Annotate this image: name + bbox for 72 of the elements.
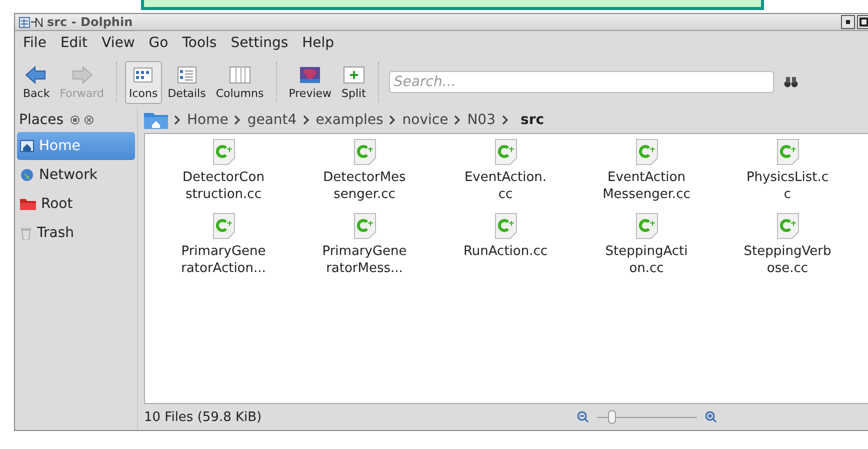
menu-item[interactable]: Settings bbox=[224, 35, 294, 55]
file-name[interactable]: EventAction. cc bbox=[440, 169, 570, 203]
menu-item[interactable]: Help bbox=[296, 35, 340, 55]
file-name[interactable]: PrimaryGene ratorAction... bbox=[158, 243, 288, 277]
columns-icon bbox=[228, 64, 251, 84]
maximize-icon[interactable] bbox=[857, 15, 868, 29]
file-name[interactable]: DetectorMes senger.cc bbox=[300, 169, 430, 203]
chevron-icon bbox=[174, 115, 181, 125]
breadcrumb-item[interactable]: geant4 bbox=[247, 112, 297, 128]
toolbar-button[interactable]: Back bbox=[19, 60, 54, 104]
chevron-icon bbox=[454, 115, 462, 125]
window-title: src - Dolphin bbox=[47, 15, 133, 29]
preview-image-icon bbox=[299, 64, 322, 84]
file-name[interactable]: SteppingVerb ose.cc bbox=[722, 243, 852, 277]
split-view-icon bbox=[342, 64, 365, 84]
window-icon bbox=[19, 16, 43, 28]
zoom-out-icon[interactable] bbox=[577, 411, 589, 423]
cpp-file-icon[interactable] bbox=[776, 139, 798, 165]
cpp-file-icon[interactable] bbox=[776, 213, 798, 239]
menu-item[interactable]: File bbox=[17, 35, 52, 55]
toolbar-button[interactable]: Split bbox=[338, 60, 370, 104]
file-name[interactable]: PrimaryGene ratorMess... bbox=[300, 243, 430, 277]
search-field[interactable]: Search... bbox=[388, 71, 774, 93]
file-name[interactable]: PhysicsList.c c bbox=[722, 169, 852, 203]
places-title: Places bbox=[19, 112, 64, 128]
chevron-icon bbox=[502, 115, 508, 125]
toolbar-button[interactable]: Icons bbox=[124, 60, 162, 104]
breadcrumb-item[interactable]: src bbox=[520, 112, 544, 128]
chevron-icon bbox=[234, 115, 242, 125]
back-arrow-icon bbox=[25, 64, 48, 84]
binoculars-icon[interactable] bbox=[784, 76, 798, 88]
breadcrumb-item[interactable]: Home bbox=[187, 112, 228, 128]
toolbar-button[interactable]: Preview bbox=[284, 60, 336, 104]
file-name[interactable]: SteppingActi on.cc bbox=[582, 243, 712, 277]
toolbar-button[interactable]: Columns bbox=[212, 60, 268, 104]
places-item[interactable]: Root bbox=[17, 190, 135, 218]
file-name[interactable]: EventAction Messenger.cc bbox=[582, 169, 712, 203]
forward-arrow-icon bbox=[70, 64, 93, 84]
folder-icon bbox=[20, 198, 36, 210]
breadcrumb-item[interactable]: examples bbox=[316, 112, 384, 128]
breadcrumb-item[interactable]: N03 bbox=[467, 112, 496, 128]
places-item[interactable]: Trash bbox=[17, 219, 135, 247]
menu-item[interactable]: Go bbox=[142, 35, 174, 55]
cpp-file-icon[interactable] bbox=[354, 213, 376, 239]
file-name[interactable]: DetectorCon struction.cc bbox=[158, 169, 288, 203]
zoom-in-icon[interactable] bbox=[705, 411, 717, 423]
settings-icon[interactable] bbox=[70, 115, 80, 125]
home-folder-icon[interactable] bbox=[144, 111, 168, 129]
status-text: 10 Files (59.8 KiB) bbox=[144, 410, 262, 424]
cpp-file-icon[interactable] bbox=[636, 139, 658, 165]
cpp-file-icon[interactable] bbox=[354, 139, 376, 165]
breadcrumb-item[interactable]: novice bbox=[402, 112, 448, 128]
cpp-file-icon[interactable] bbox=[212, 213, 234, 239]
trash-icon bbox=[20, 226, 32, 240]
details-list-icon bbox=[176, 64, 197, 84]
menu-item[interactable]: Tools bbox=[176, 35, 223, 55]
menu-item[interactable]: View bbox=[96, 35, 141, 55]
places-item[interactable]: Network bbox=[17, 161, 135, 189]
minimize-icon[interactable] bbox=[841, 15, 855, 29]
globe-icon bbox=[20, 168, 34, 182]
cpp-file-icon[interactable] bbox=[494, 213, 516, 239]
chevron-icon bbox=[302, 115, 310, 125]
home-icon bbox=[20, 140, 34, 152]
cpp-file-icon[interactable] bbox=[494, 139, 516, 165]
close-icon[interactable] bbox=[84, 115, 94, 125]
cpp-file-icon[interactable] bbox=[212, 139, 234, 165]
toolbar-button[interactable]: Details bbox=[164, 60, 210, 104]
menu-item[interactable]: Edit bbox=[54, 35, 94, 55]
chevron-icon bbox=[389, 115, 396, 125]
icon-grid-icon bbox=[133, 64, 154, 84]
cpp-file-icon[interactable] bbox=[636, 213, 658, 239]
file-name[interactable]: RunAction.cc bbox=[440, 243, 570, 260]
